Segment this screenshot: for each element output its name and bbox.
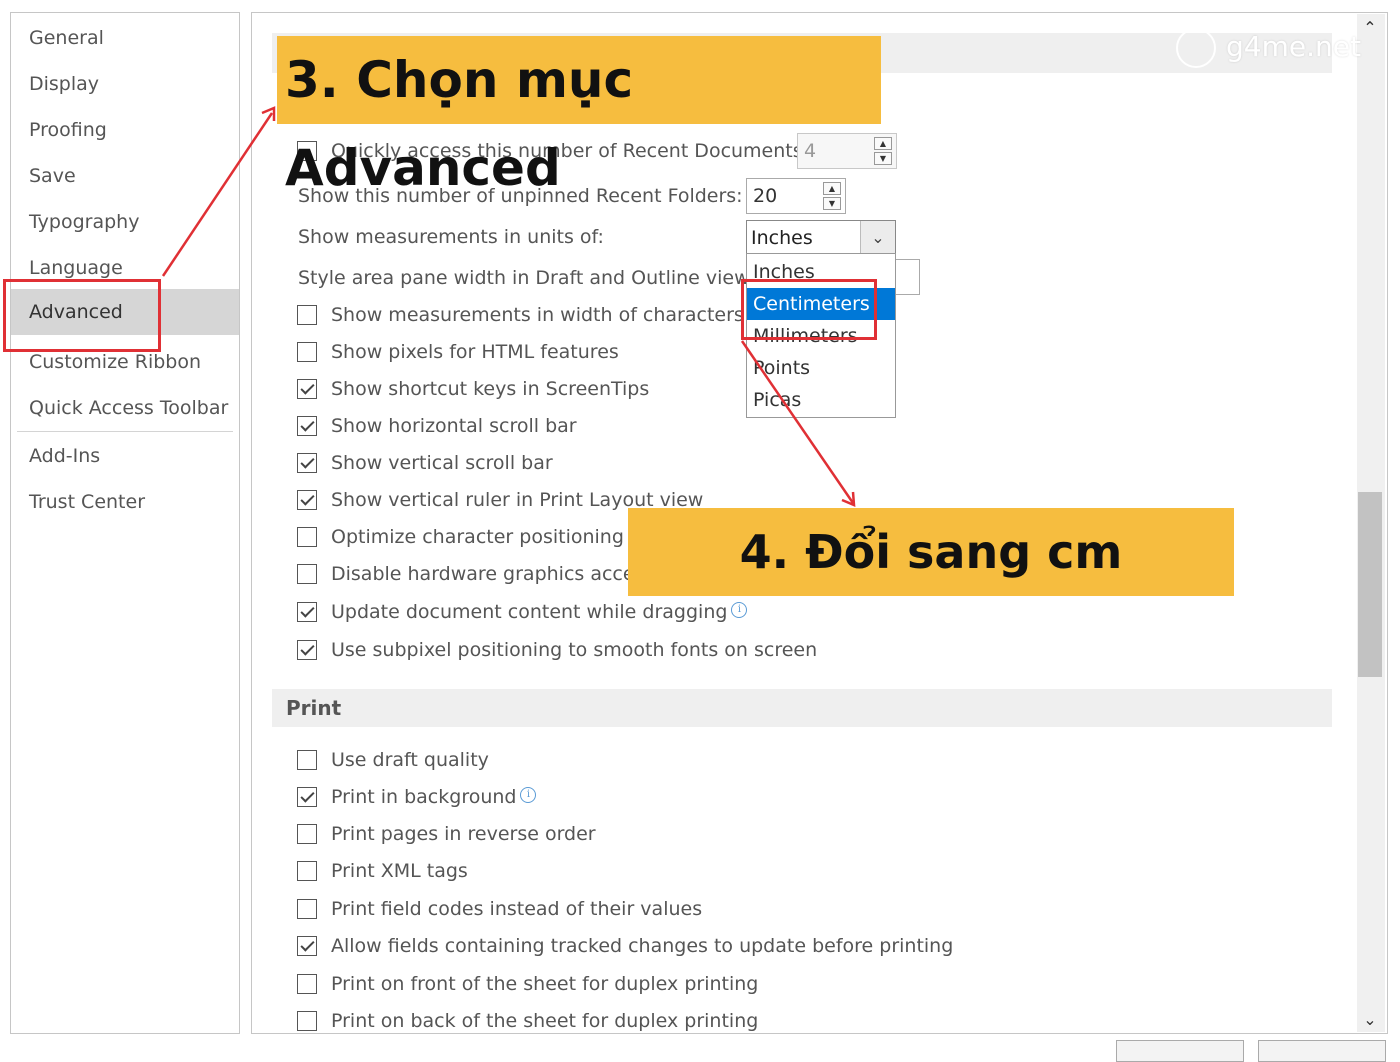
arrow-to-step4 bbox=[740, 340, 855, 504]
watermark-text: g4me.net bbox=[1226, 30, 1361, 63]
arrow-to-step3 bbox=[161, 112, 274, 277]
annotation-arrows bbox=[161, 106, 856, 507]
globe-icon bbox=[1176, 28, 1216, 68]
watermark-logo: g4me.net bbox=[1176, 28, 1361, 68]
